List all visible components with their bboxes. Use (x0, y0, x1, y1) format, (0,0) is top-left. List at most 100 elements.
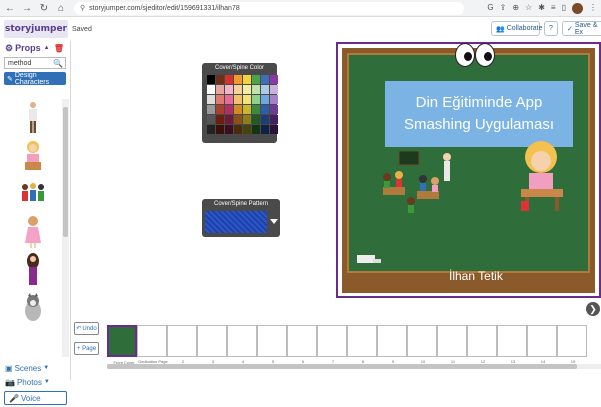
google-icon[interactable]: G (487, 3, 493, 14)
color-swatch[interactable] (234, 75, 242, 84)
page-thumbnail[interactable]: 13 (497, 325, 527, 364)
prop-businessman[interactable] (4, 99, 62, 137)
color-swatch[interactable] (234, 85, 242, 94)
page-thumbnail[interactable]: Front Cover (107, 325, 137, 365)
color-swatch[interactable] (225, 75, 233, 84)
color-swatch[interactable] (261, 95, 269, 104)
color-swatch[interactable] (216, 115, 224, 124)
collaborate-button[interactable]: 👥 Collaborate (491, 21, 543, 36)
color-swatch[interactable] (234, 115, 242, 124)
page-thumbnail[interactable]: 10 (407, 325, 437, 364)
pattern-dropdown-icon[interactable] (270, 219, 278, 224)
prop-woman-long-hair[interactable] (4, 251, 62, 289)
page-thumbnail[interactable]: 5 (257, 325, 287, 364)
color-swatch[interactable] (216, 105, 224, 114)
voice-button[interactable]: 🎤 Voice (4, 391, 67, 405)
color-swatch[interactable] (252, 115, 260, 124)
color-swatch[interactable] (270, 105, 278, 114)
color-swatch[interactable] (216, 125, 224, 134)
trash-icon[interactable]: 🗑 (54, 44, 64, 53)
color-swatch[interactable] (252, 95, 260, 104)
photos-section[interactable]: 📷 Photos ▼ (0, 375, 71, 389)
color-swatch[interactable] (207, 95, 215, 104)
prop-girl-reading[interactable] (4, 137, 62, 175)
color-swatch[interactable] (261, 85, 269, 94)
color-swatch[interactable] (216, 95, 224, 104)
forward-icon[interactable]: → (20, 1, 34, 15)
color-swatch[interactable] (270, 85, 278, 94)
color-swatch[interactable] (252, 85, 260, 94)
search-icon[interactable]: 🔍 (53, 59, 63, 68)
page-thumbnail[interactable]: 12 (467, 325, 497, 364)
color-swatch[interactable] (243, 75, 251, 84)
color-swatch[interactable] (270, 125, 278, 134)
color-swatch[interactable] (252, 75, 260, 84)
props-search-input[interactable]: method 🔍 (4, 57, 66, 69)
color-swatch[interactable] (243, 95, 251, 104)
color-swatch[interactable] (261, 115, 269, 124)
color-swatch[interactable] (234, 125, 242, 134)
address-bar[interactable]: ⚲ storyjumper.com/sjeditor/edit/15969133… (74, 1, 464, 15)
props-scrollbar-thumb[interactable] (63, 107, 68, 237)
color-swatch[interactable] (252, 125, 260, 134)
color-swatch[interactable] (216, 75, 224, 84)
color-swatch[interactable] (234, 95, 242, 104)
color-swatch[interactable] (243, 85, 251, 94)
color-swatch[interactable] (207, 75, 215, 84)
color-swatch[interactable] (207, 105, 215, 114)
color-swatch[interactable] (243, 115, 251, 124)
collapse-arrow-icon[interactable]: ▲ (44, 45, 50, 51)
page-thumbnail[interactable]: 11 (437, 325, 467, 364)
color-swatch[interactable] (261, 125, 269, 134)
color-swatch[interactable] (243, 105, 251, 114)
page-thumbnail[interactable]: 6 (287, 325, 317, 364)
color-swatch[interactable] (243, 125, 251, 134)
save-exit-button[interactable]: ✓ Save & Ex (562, 21, 601, 36)
next-page-button[interactable]: ❯ (586, 302, 600, 316)
color-swatch[interactable] (261, 75, 269, 84)
page-thumbnail[interactable]: 3 (197, 325, 227, 364)
prop-kids-group[interactable] (4, 175, 62, 213)
add-page-button[interactable]: + Page (74, 342, 99, 355)
page-thumbnail[interactable]: Dedication Page (137, 325, 168, 364)
undo-button[interactable]: ↶ Undo (74, 322, 99, 335)
googly-eye-right[interactable] (475, 43, 495, 67)
color-swatch[interactable] (234, 105, 242, 114)
color-swatch[interactable] (225, 95, 233, 104)
color-swatch[interactable] (270, 115, 278, 124)
color-swatch[interactable] (261, 105, 269, 114)
color-swatch[interactable] (270, 95, 278, 104)
site-info-icon[interactable]: ⚲ (80, 4, 85, 12)
scenes-section[interactable]: ▣ Scenes ▼ (0, 361, 71, 375)
profile-avatar[interactable] (572, 2, 583, 14)
page-thumbnail[interactable]: 8 (347, 325, 377, 364)
sidepanel-icon[interactable]: ▯ (562, 3, 566, 14)
cover-author[interactable]: İlhan Tetik (449, 269, 503, 283)
pattern-sample[interactable] (205, 211, 267, 233)
color-swatch[interactable] (270, 75, 278, 84)
share-icon[interactable]: ⇪ (500, 3, 507, 14)
page-thumbnail[interactable]: 15 (557, 325, 587, 364)
color-swatch[interactable] (225, 85, 233, 94)
prop-girl-pink-dress[interactable] (4, 213, 62, 251)
color-swatch[interactable] (216, 85, 224, 94)
page-thumbnail[interactable]: 14 (527, 325, 557, 364)
cover-title-box[interactable]: Din Eğitiminde App Smashing Uygulaması (385, 81, 573, 147)
bookmark-icon[interactable]: ☆ (525, 3, 532, 14)
help-button[interactable]: ? (544, 21, 558, 36)
filmstrip-scrollbar[interactable] (107, 364, 601, 369)
color-swatch[interactable] (225, 115, 233, 124)
home-icon[interactable]: ⌂ (54, 1, 68, 15)
color-swatch[interactable] (207, 125, 215, 134)
reload-icon[interactable]: ↻ (37, 1, 51, 15)
menu-icon[interactable]: ≡ (551, 3, 556, 14)
back-icon[interactable]: ← (3, 1, 17, 15)
zoom-icon[interactable]: ⊕ (512, 3, 519, 14)
girl-writing-illustration[interactable] (515, 141, 571, 215)
page-thumbnail[interactable]: 4 (227, 325, 257, 364)
googly-eye-left[interactable] (455, 43, 475, 67)
prop-husky-dog[interactable] (4, 289, 62, 327)
color-swatch[interactable] (225, 105, 233, 114)
design-characters-button[interactable]: ✎ Design Characters (4, 72, 66, 86)
classroom-illustration[interactable] (373, 151, 461, 223)
